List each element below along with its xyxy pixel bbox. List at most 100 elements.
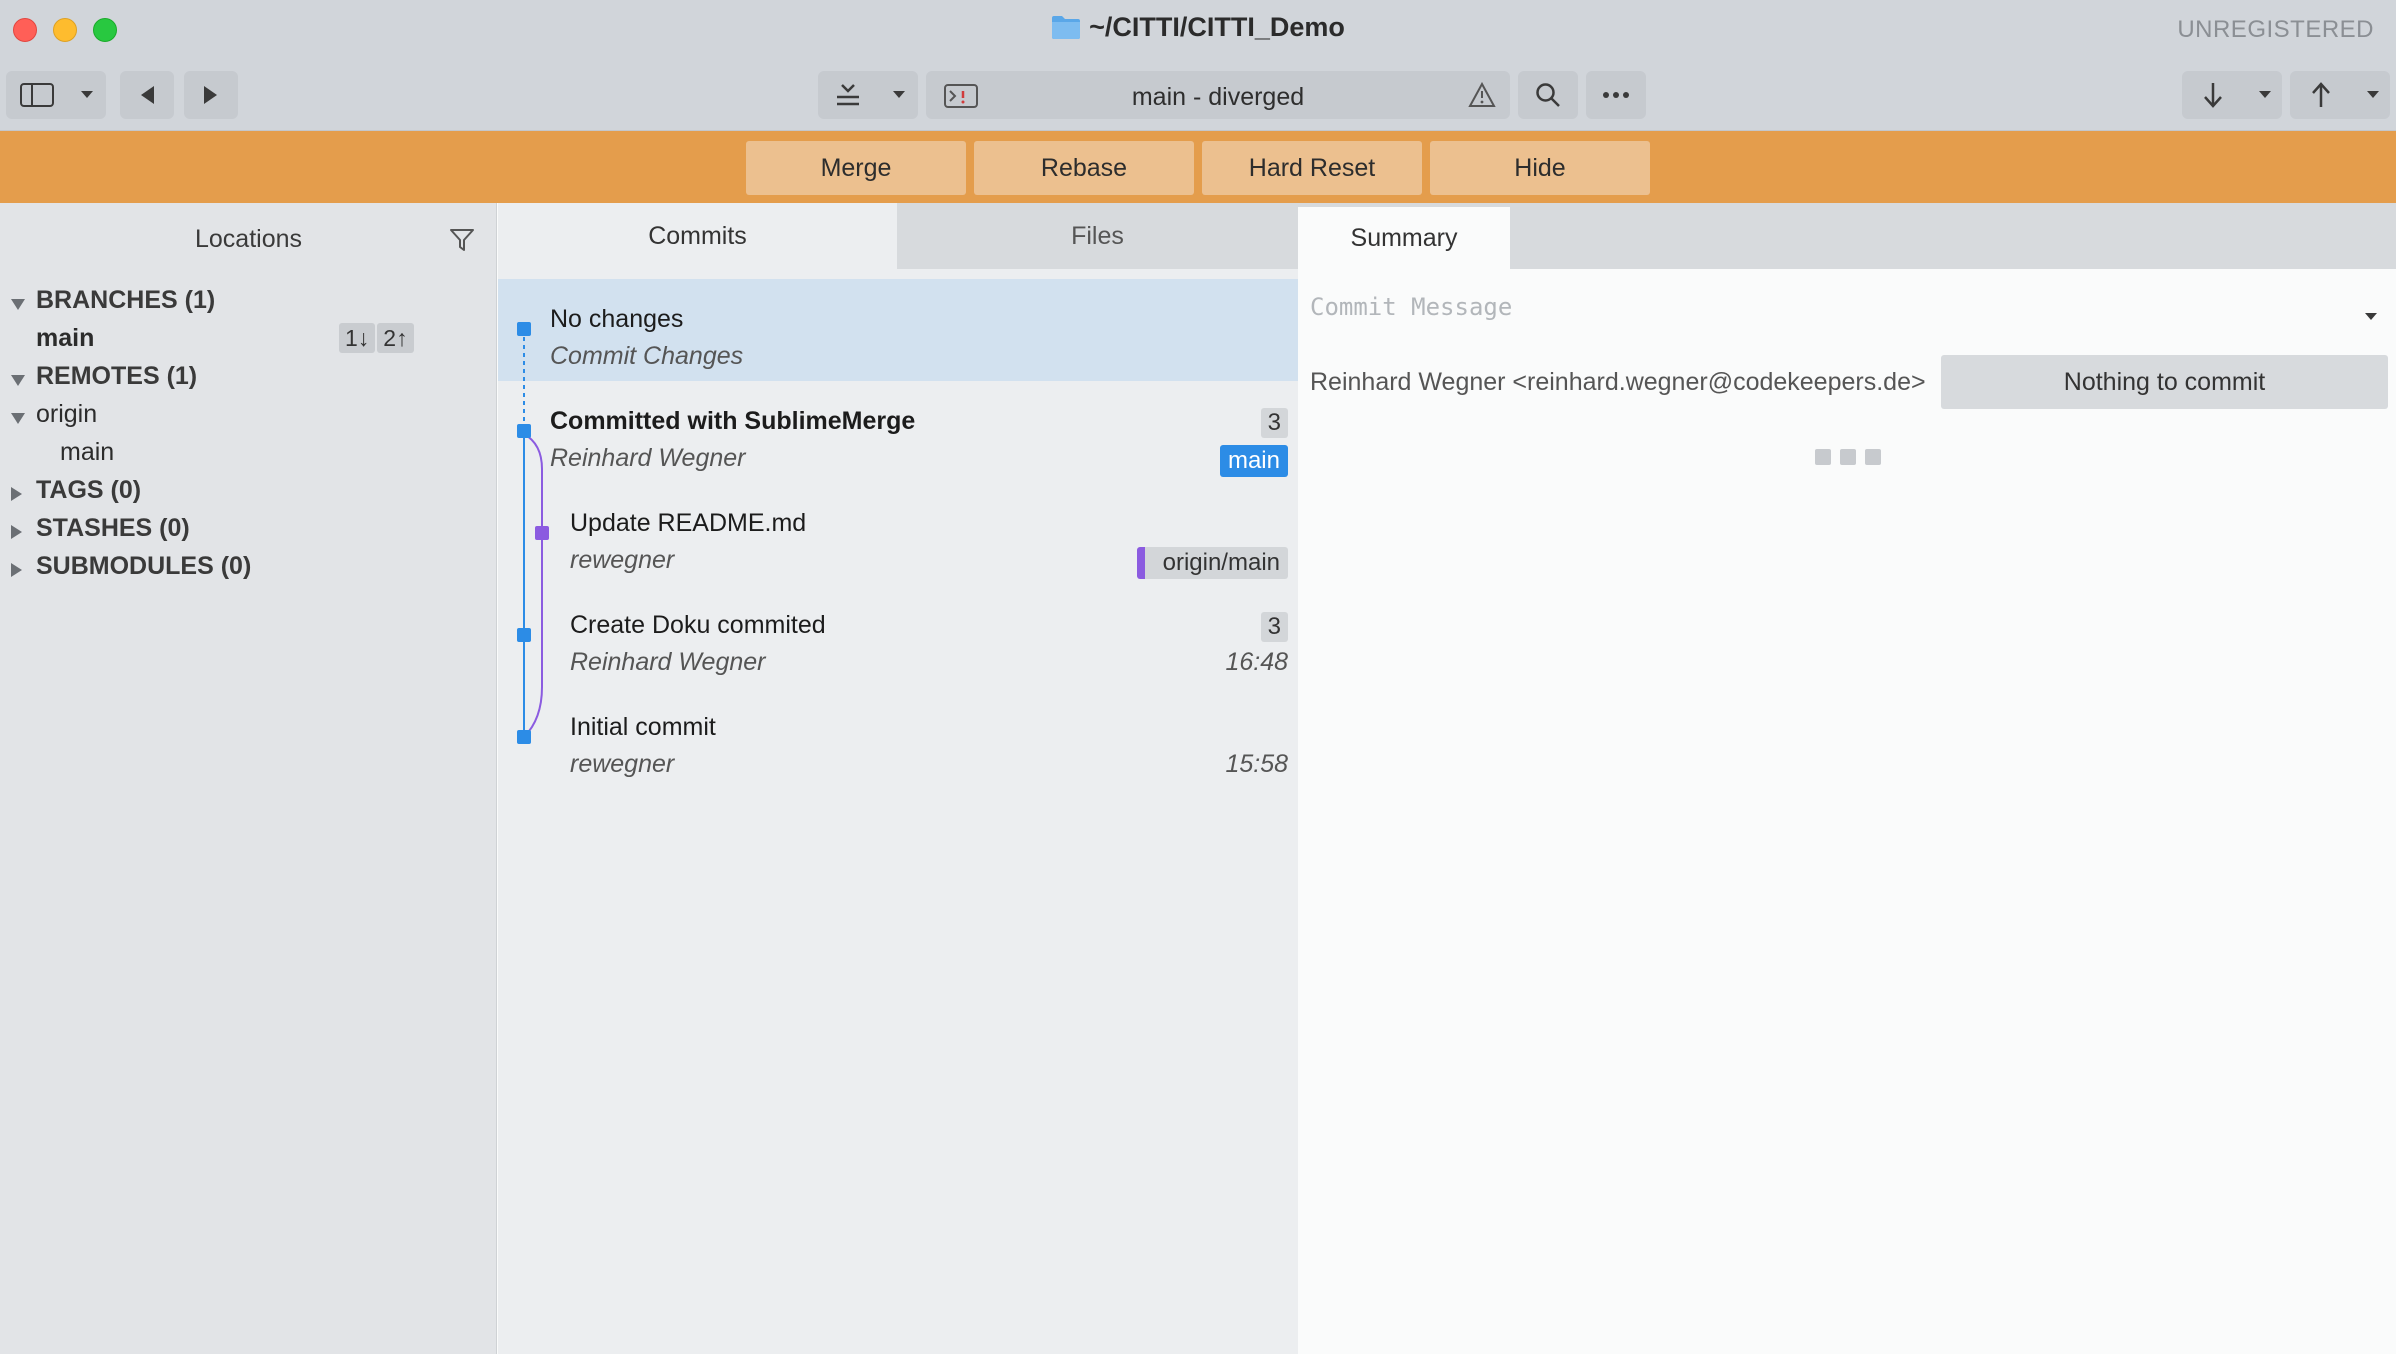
diverged-action-bar: Merge Rebase Hard Reset Hide (0, 131, 2396, 203)
branch-status-field[interactable]: main - diverged (926, 71, 1510, 119)
loading-dot (1815, 449, 1831, 465)
branch-main-label: main (36, 324, 95, 352)
branch-ref-badge[interactable]: main (1219, 445, 1288, 477)
committer-identity: Reinhard Wegner <reinhard.wegner@codekee… (1310, 368, 1926, 396)
more-icon (1602, 91, 1630, 99)
loading-dot (1865, 449, 1881, 465)
chevron-down-icon[interactable] (2364, 309, 2378, 327)
commit-row[interactable]: Initial commit rewegner 15:58 (498, 687, 1298, 789)
commit-row[interactable]: Create Doku commited Reinhard Wegner 3 1… (498, 585, 1298, 687)
sidebar-toggle-icon (20, 83, 54, 107)
tags-label: TAGS (0) (36, 476, 142, 504)
more-button[interactable] (1586, 71, 1646, 119)
disclosure-closed-icon[interactable] (10, 518, 24, 547)
commit-title: Committed with SublimeMerge (550, 407, 916, 435)
graph-node (517, 730, 531, 744)
back-button[interactable] (120, 71, 174, 119)
commit-author: Reinhard Wegner (570, 648, 766, 676)
stashes-label: STASHES (0) (36, 514, 190, 542)
commit-graph (517, 322, 549, 744)
branches-section[interactable]: BRANCHES (1) (0, 282, 497, 318)
chevron-down-icon[interactable] (2258, 90, 2272, 100)
summary-tabs: Summary (1298, 203, 2396, 269)
commit-list-tabs: Commits Files (498, 203, 1298, 269)
registration-status: UNREGISTERED (2177, 16, 2374, 43)
commit-author: rewegner (570, 546, 675, 574)
locations-sidebar: Locations BRANCHES (1) main 1↓ 2↑ REMOTE… (0, 203, 497, 1354)
tab-files[interactable]: Files (897, 203, 1298, 269)
branch-status-text: main - diverged (1131, 83, 1305, 111)
commit-author: Commit Changes (550, 342, 744, 370)
commit-row-uncommitted[interactable]: No changes Commit Changes (498, 279, 1298, 381)
chevron-down-icon[interactable] (80, 90, 94, 100)
commit-row[interactable]: Update README.md rewegner origin/main (498, 483, 1298, 585)
stashes-section[interactable]: STASHES (0) (0, 510, 497, 546)
commit-row[interactable]: Committed with SublimeMerge Reinhard Weg… (498, 381, 1298, 483)
merge-button[interactable]: Merge (746, 141, 966, 195)
commit-list: No changes Commit Changes Committed with… (498, 269, 1298, 1354)
branch-item-main[interactable]: main 1↓ 2↑ (0, 320, 497, 356)
graph-node (517, 424, 531, 438)
push-button[interactable] (2290, 71, 2390, 119)
remote-ref-badge[interactable]: origin/main (1136, 547, 1288, 579)
summary-panel: Commit Message Reinhard Wegner <reinhard… (1298, 269, 2396, 1354)
submodules-section[interactable]: SUBMODULES (0) (0, 548, 497, 584)
title-bar: ~/CITTI/CITTI_Demo UNREGISTERED main - d… (0, 0, 2396, 131)
window-title-text: ~/CITTI/CITTI_Demo (1089, 12, 1345, 42)
hard-reset-button[interactable]: Hard Reset (1202, 141, 1422, 195)
commit-time: 15:58 (1225, 750, 1288, 778)
changed-files-count: 3 (1260, 408, 1288, 438)
loading-indicator (1815, 449, 1881, 465)
filter-icon[interactable] (449, 227, 475, 258)
push-icon (2310, 81, 2332, 109)
commit-title: Update README.md (570, 509, 807, 537)
submodules-label: SUBMODULES (0) (36, 552, 252, 580)
locations-header: Locations (194, 225, 303, 253)
disclosure-open-icon[interactable] (10, 366, 26, 395)
commit-author: rewegner (570, 750, 675, 778)
disclosure-closed-icon[interactable] (10, 480, 24, 509)
remote-branch-main-label: main (60, 438, 115, 466)
disclosure-open-icon[interactable] (10, 290, 26, 319)
ahead-count-badge: 2↑ (377, 323, 414, 353)
commit-author: Reinhard Wegner (550, 444, 746, 472)
tab-commits[interactable]: Commits (498, 203, 897, 269)
forward-button[interactable] (184, 71, 238, 119)
tags-section[interactable]: TAGS (0) (0, 472, 497, 508)
stash-button[interactable] (818, 71, 918, 119)
commit-time: 16:48 (1225, 648, 1288, 676)
warning-icon[interactable] (1468, 81, 1496, 113)
graph-node (517, 628, 531, 642)
search-button[interactable] (1518, 71, 1578, 119)
window-title: ~/CITTI/CITTI_Demo (0, 12, 2396, 47)
loading-dot (1840, 449, 1856, 465)
rebase-button[interactable]: Rebase (974, 141, 1194, 195)
folder-icon (1051, 14, 1081, 47)
commit-button[interactable]: Nothing to commit (1941, 355, 2388, 409)
changed-files-count: 3 (1260, 612, 1288, 642)
pull-icon (2202, 81, 2224, 109)
remote-branch-item-main[interactable]: main (0, 434, 497, 470)
remote-origin-label: origin (36, 400, 98, 428)
remote-item-origin[interactable]: origin (0, 396, 497, 432)
graph-node (535, 526, 549, 540)
commit-title: No changes (550, 305, 684, 333)
stash-icon (834, 83, 862, 107)
commit-title: Create Doku commited (570, 611, 826, 639)
search-icon (1535, 82, 1561, 108)
commit-message-input[interactable]: Commit Message (1310, 293, 1512, 321)
forward-icon (203, 85, 219, 105)
disclosure-closed-icon[interactable] (10, 556, 24, 585)
disclosure-open-icon[interactable] (10, 404, 26, 433)
chevron-down-icon[interactable] (892, 90, 906, 100)
commit-title: Initial commit (570, 713, 716, 741)
sidebar-toggle-button[interactable] (6, 71, 106, 119)
pull-button[interactable] (2182, 71, 2282, 119)
ahead-behind-badges: 1↓ 2↑ (339, 323, 414, 353)
hide-button[interactable]: Hide (1430, 141, 1650, 195)
graph-node (517, 322, 531, 336)
remotes-section[interactable]: REMOTES (1) (0, 358, 497, 394)
tab-summary[interactable]: Summary (1298, 207, 1510, 269)
chevron-down-icon[interactable] (2366, 90, 2380, 100)
graph-origin-edge (523, 433, 543, 738)
